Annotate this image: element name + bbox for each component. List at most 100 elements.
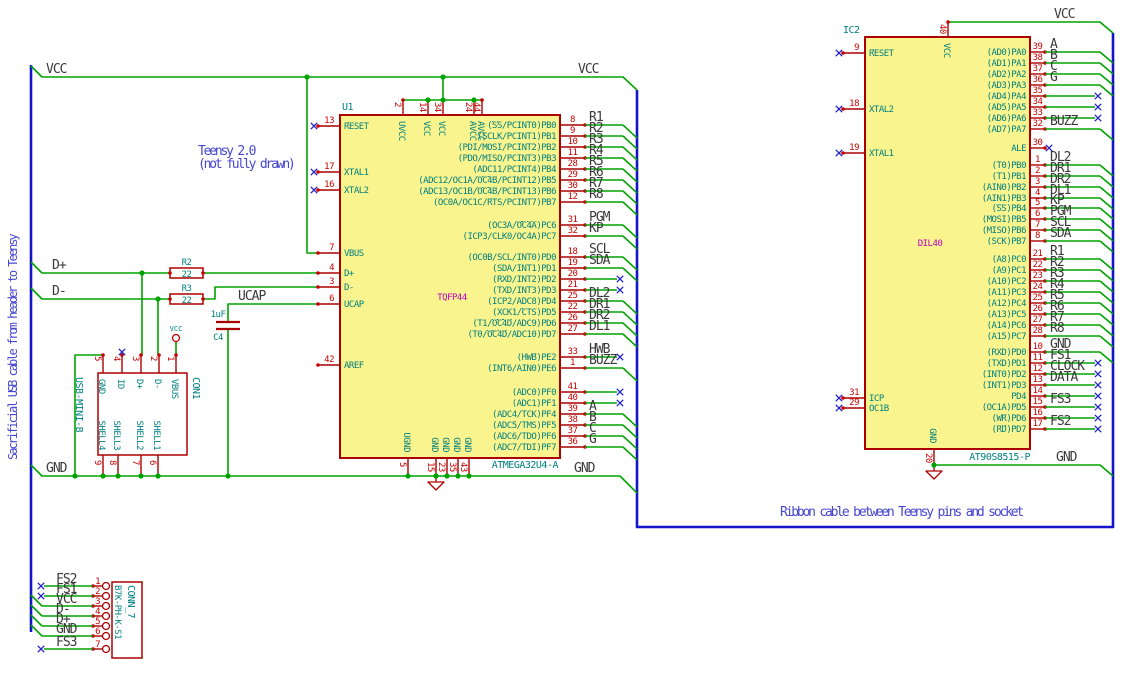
- svg-text:D-: D-: [152, 379, 162, 389]
- svg-text:(ICP3/CLK0/OC4A)PC7: (ICP3/CLK0/OC4A)PC7: [463, 232, 557, 242]
- svg-text:17: 17: [324, 162, 334, 172]
- note-teensy-line2[interactable]: (not fully drawn): [198, 157, 296, 172]
- connector-usb-mini-b[interactable]: USB-MINI-B CON1 5 GND 4 ID 3 D+ 2 D- 1 VBUS 9 SHELL4 8…: [73, 348, 201, 476]
- svg-text:(A10)PC2: (A10)PC2: [987, 277, 1026, 287]
- svg-text:21: 21: [1033, 249, 1043, 259]
- svg-text:R8: R8: [1050, 321, 1064, 336]
- svg-text:6: 6: [1035, 209, 1040, 219]
- resistor-r3[interactable]: R322: [168, 284, 205, 306]
- svg-text:10: 10: [1033, 342, 1043, 352]
- svg-text:SHELL4: SHELL4: [96, 420, 106, 450]
- svg-text:R2: R2: [182, 258, 192, 268]
- svg-text:2: 2: [1035, 166, 1040, 176]
- note-ribbon-cable[interactable]: Ribbon cable between Teensy pins and soc…: [780, 505, 1024, 520]
- svg-text:30: 30: [1033, 138, 1043, 148]
- svg-text:(SCLK/PCINT1)PB1: (SCLK/PCINT1)PB1: [477, 132, 556, 142]
- svg-text:33: 33: [1033, 108, 1043, 118]
- note-sacrificial-cable[interactable]: Sacrificial USB cable from header to Tee…: [6, 235, 20, 460]
- svg-text:RESET: RESET: [344, 122, 370, 132]
- schematic-canvas: Sacrificial USB cable from header to Tee…: [0, 0, 1131, 690]
- svg-text:10: 10: [568, 137, 578, 147]
- svg-text:GND: GND: [46, 461, 68, 476]
- svg-text:GND: GND: [429, 437, 439, 452]
- svg-text:(OC1A)PD5: (OC1A)PD5: [982, 403, 1026, 413]
- svg-text:(MOSI)PB5: (MOSI)PB5: [982, 215, 1026, 225]
- svg-text:BUZZ: BUZZ: [1050, 114, 1078, 129]
- svg-text:40: 40: [568, 393, 578, 403]
- svg-text:(SDA/INT1)PD1: (SDA/INT1)PD1: [492, 264, 556, 274]
- svg-text:D+: D+: [134, 379, 144, 390]
- svg-text:ATMEGA32U4-A: ATMEGA32U4-A: [492, 460, 559, 471]
- svg-text:40: 40: [937, 24, 947, 34]
- svg-text:13: 13: [1033, 375, 1043, 385]
- svg-text:29: 29: [849, 398, 859, 408]
- svg-text:3: 3: [95, 597, 100, 607]
- chip-at90s8515[interactable]: IC2DIL40AT90S8515-P9RESET18XTAL219XTAL13…: [835, 20, 1114, 467]
- svg-text:AREF: AREF: [344, 361, 364, 371]
- svg-text:(A13)PC5: (A13)PC5: [987, 310, 1026, 320]
- svg-text:C4: C4: [213, 333, 223, 343]
- svg-text:ALE: ALE: [1011, 144, 1026, 154]
- svg-text:G: G: [1050, 70, 1058, 85]
- svg-text:27: 27: [568, 324, 578, 334]
- svg-text:VBUS: VBUS: [169, 379, 179, 399]
- svg-text:AT90S8515-P: AT90S8515-P: [969, 452, 1030, 463]
- svg-text:R8: R8: [589, 187, 603, 202]
- svg-text:4: 4: [329, 263, 334, 273]
- svg-text:24: 24: [1033, 282, 1043, 292]
- svg-text:(ADC1)PF1: (ADC1)PF1: [512, 399, 556, 409]
- svg-text:UGND: UGND: [401, 432, 411, 452]
- svg-text:GND: GND: [574, 461, 596, 476]
- svg-text:R3: R3: [182, 284, 192, 294]
- svg-text:13: 13: [324, 116, 334, 126]
- svg-text:(OC0A/OC1C/RTS/PCINT7)PB7: (OC0A/OC1C/RTS/PCINT7)PB7: [433, 198, 556, 208]
- svg-text:31: 31: [568, 215, 578, 225]
- schematic-svg[interactable]: VCC VCCD+D- UCAPGND GNDVCCGNDU1TQFP44ATMEGA…: [0, 0, 1131, 690]
- svg-text:(AD4)PA4: (AD4)PA4: [987, 92, 1026, 102]
- svg-text:(MISO)PB6: (MISO)PB6: [982, 226, 1026, 236]
- svg-text:(RD)PD7: (RD)PD7: [992, 425, 1027, 435]
- svg-text:GND: GND: [440, 437, 450, 452]
- svg-text:11: 11: [1033, 353, 1043, 363]
- svg-text:(A15)PC7: (A15)PC7: [987, 332, 1026, 342]
- svg-text:DIL40: DIL40: [918, 239, 943, 249]
- svg-text:43: 43: [458, 462, 468, 472]
- svg-text:44: 44: [471, 102, 481, 112]
- svg-text:22: 22: [182, 296, 192, 306]
- vcc-power-flag[interactable]: VCC: [170, 325, 183, 343]
- svg-text:GND: GND: [96, 379, 106, 394]
- svg-text:(AD5)PA5: (AD5)PA5: [987, 103, 1026, 113]
- svg-text:(SS/PCINT0)PB0: (SS/PCINT0)PB0: [487, 121, 556, 131]
- svg-text:PD4: PD4: [1011, 392, 1026, 402]
- svg-text:3: 3: [130, 356, 140, 361]
- svg-text:TQFP44: TQFP44: [437, 293, 467, 303]
- svg-text:(A11)PC3: (A11)PC3: [987, 288, 1026, 298]
- svg-text:XTAL1: XTAL1: [869, 149, 894, 159]
- svg-text:1uF: 1uF: [211, 310, 226, 320]
- svg-text:22: 22: [1033, 260, 1043, 270]
- svg-text:ICP: ICP: [869, 394, 885, 404]
- svg-text:DL1: DL1: [589, 319, 610, 334]
- svg-text:(AD1)PA1: (AD1)PA1: [987, 59, 1026, 69]
- svg-text:18: 18: [568, 247, 578, 257]
- svg-text:CONN_7: CONN_7: [125, 585, 136, 619]
- svg-text:USB-MINI-B: USB-MINI-B: [73, 377, 84, 433]
- svg-text:(ADC5/TMS)PF5: (ADC5/TMS)PF5: [492, 421, 556, 431]
- svg-text:(INT6/AIN0)PE6: (INT6/AIN0)PE6: [487, 364, 556, 374]
- svg-text:5: 5: [1035, 198, 1040, 208]
- svg-text:22: 22: [568, 302, 578, 312]
- connector-conn7[interactable]: B7K-PH-K-S1 CONN_71FS22FS13VCC4D-5D+6GND7…: [30, 572, 143, 659]
- chip-atmega32u4[interactable]: U1TQFP44ATMEGA32U4-A13RESET17XTAL116XTAL…: [310, 98, 638, 476]
- resistor-r2[interactable]: R222: [168, 258, 205, 280]
- svg-text:(AD6)PA6: (AD6)PA6: [987, 114, 1026, 124]
- svg-text:VCC: VCC: [436, 121, 446, 136]
- svg-text:VBUS: VBUS: [344, 249, 364, 259]
- svg-text:(OC3A/OC4A)PC6: (OC3A/OC4A)PC6: [487, 221, 556, 231]
- svg-text:(AD2)PA2: (AD2)PA2: [987, 70, 1026, 80]
- svg-text:26: 26: [1033, 304, 1043, 314]
- svg-text:7: 7: [130, 460, 140, 465]
- capacitor-c4[interactable]: 1uF C4: [211, 310, 240, 343]
- svg-text:19: 19: [568, 258, 578, 268]
- svg-text:(INT1)PD3: (INT1)PD3: [982, 381, 1026, 391]
- svg-text:26: 26: [568, 313, 578, 323]
